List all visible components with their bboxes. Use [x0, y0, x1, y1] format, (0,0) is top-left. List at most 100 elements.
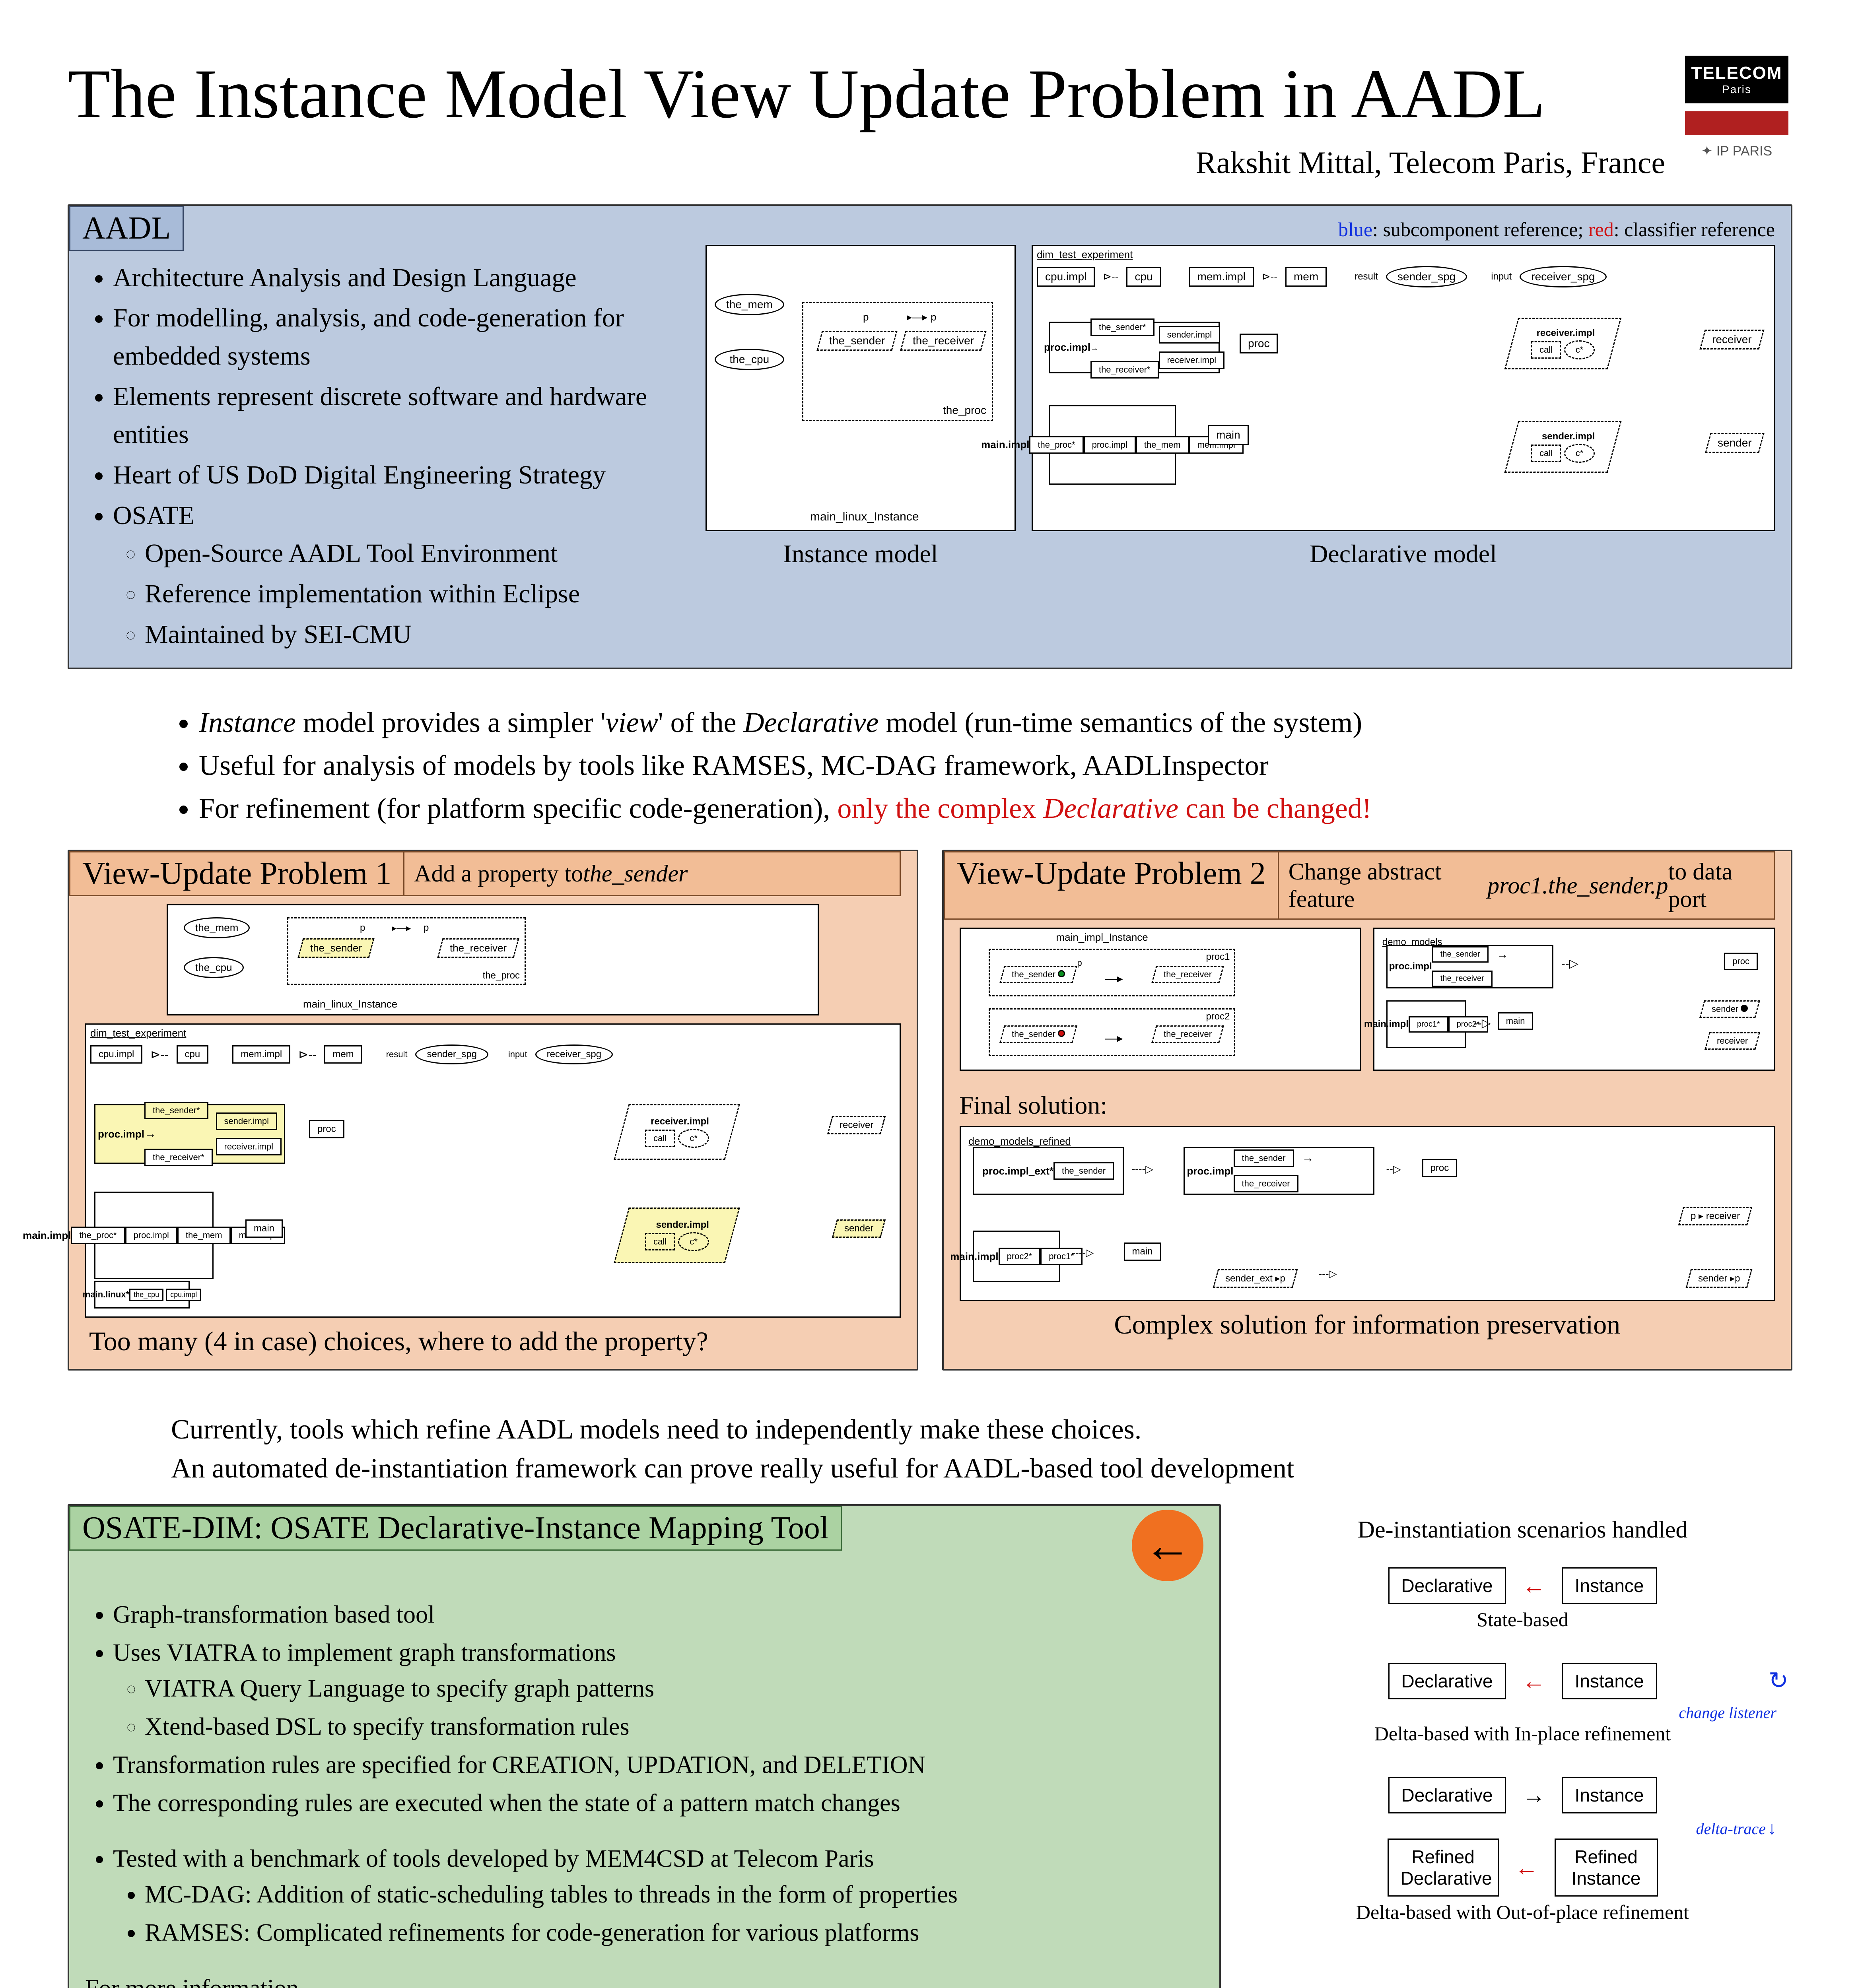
v2-sender: sender ▸p — [1685, 1269, 1752, 1288]
s3-ref-inst: Refined Instance — [1555, 1839, 1658, 1897]
arrow-icon: → — [1522, 1782, 1546, 1809]
osate-b1: Graph-transformation based tool — [113, 1597, 1203, 1633]
view-update-row: View-Update Problem 1 Add a property to … — [68, 850, 1792, 1382]
aadl-text-column: AADL Architecture Analysis and Design La… — [85, 218, 682, 656]
vup2-instance-diagram: main_impl_Instance proc1 the_sender p —▸… — [960, 928, 1361, 1071]
aadl-b3: Elements represent discrete software and… — [113, 378, 682, 454]
input-label: input — [1491, 271, 1512, 282]
aadl-b4: Heart of US DoD Digital Engineering Stra… — [113, 456, 682, 494]
mid-b3: For refinement (for platform specific co… — [199, 787, 1693, 830]
receiver-box: receiver — [1700, 330, 1765, 349]
osate-sb3: MC-DAG: Addition of static-scheduling ta… — [145, 1877, 1203, 1913]
aadl-b5: OSATE Open-Source AADL Tool Environment … — [113, 497, 682, 654]
v1-the-sender-hl: the_sender — [297, 938, 374, 958]
aadl-diagram-column: blue: subcomponent reference; red: class… — [706, 218, 1775, 656]
vup2-declarative-diagram: demo_models proc.impl the_sender→the_rec… — [1373, 928, 1775, 1071]
instance-model-wrap: the_mem the_cpu the_proc the_sender the_… — [706, 245, 1016, 569]
mid-b2: Useful for analysis of models by tools l… — [199, 744, 1693, 787]
v1-sender-hl: sender — [832, 1219, 886, 1238]
v2-proc-impl: proc.impl the_sender→the_receiver — [1184, 1147, 1374, 1195]
legend-red: red — [1588, 218, 1614, 241]
telecom-logo-text: TELECOM — [1691, 63, 1782, 83]
the-sender-box: the_sender* — [1090, 318, 1154, 336]
proc-impl-label: proc.impl — [1044, 341, 1090, 353]
mid-summary: Instance model provides a simpler 'view'… — [68, 681, 1792, 850]
declarative-model-wrap: dim_test_experiment cpu.impl ⊳-- cpu mem… — [1032, 245, 1775, 569]
s3-ref-decl: Refined Declarative — [1388, 1839, 1499, 1897]
aadl-sub-bullets: Open-Source AADL Tool Environment Refere… — [113, 534, 682, 653]
vup1-instance-diagram: the_mem the_cpu the_sender the_receiver … — [167, 904, 819, 1015]
logos: TELECOM Paris ✦ IP PARIS — [1681, 56, 1792, 159]
v1-the-cpu: the_cpu — [184, 957, 244, 978]
aadl-sb2: Reference implementation within Eclipse — [145, 575, 682, 613]
v1-sender-impl-group-hl: sender.impl call c* — [614, 1208, 740, 1263]
osate-b2: Uses VIATRA to implement graph transform… — [113, 1635, 1203, 1745]
arrow-icon: ← — [1522, 1572, 1546, 1600]
v1-proc-box: the_sender the_receiver the_proc p ▸—▸ p — [287, 917, 526, 985]
more-info-heading: For more information — [85, 1974, 1203, 1988]
receiver-spg-node: receiver_spg — [1520, 266, 1606, 287]
final-solution-heading: Final solution: — [960, 1091, 1775, 1120]
s1-inst: Instance — [1562, 1567, 1657, 1604]
p-label-r: p — [931, 311, 936, 323]
osate-b4: The corresponding rules are executed whe… — [113, 1786, 1203, 1821]
the-receiver-node: the_receiver — [900, 331, 986, 351]
vup1-panel: View-Update Problem 1 Add a property to … — [68, 850, 918, 1371]
s2-caption: Delta-based with In-place refinement — [1265, 1722, 1780, 1745]
red-bar-logo — [1685, 111, 1788, 135]
scenarios-title: De-instantiation scenarios handled — [1265, 1516, 1780, 1543]
author-line: Rakshit Mittal, Telecom Paris, France — [68, 145, 1681, 181]
cpu-impl-box: cpu.impl — [1037, 267, 1095, 287]
main-impl-group: main.impl the_proc* proc.impl the_mem me… — [1049, 405, 1176, 485]
osate-dim-panel: OSATE-DIM: OSATE Declarative-Instance Ma… — [68, 1504, 1221, 1988]
v1-main-impl: main.impl the_proc* proc.impl the_mem me… — [94, 1192, 214, 1279]
legend-mid: : subcomponent reference; — [1372, 218, 1588, 241]
v1-the-mem: the_mem — [184, 917, 250, 938]
declarative-model-diagram: dim_test_experiment cpu.impl ⊳-- cpu mem… — [1032, 245, 1775, 531]
vup2-final-diagram: demo_models_refined proc.impl_ext* the_s… — [960, 1126, 1775, 1301]
aadl-diagrams: the_mem the_cpu the_proc the_sender the_… — [706, 245, 1775, 569]
legend-blue: blue — [1338, 218, 1372, 241]
v2-sender-ext: sender_ext ▸p — [1213, 1269, 1297, 1288]
scenario-delta-outplace: Declarative → Instance delta-trace ↓ Ref… — [1265, 1777, 1780, 1924]
osate-sb2: Xtend-based DSL to specify transformatio… — [145, 1709, 1203, 1745]
cpu-box: cpu — [1126, 267, 1161, 287]
v2-main-impl: main.impl proc2* proc1* — [973, 1231, 1060, 1282]
conclusion-l2: An automated de-instantiation framework … — [171, 1449, 1689, 1488]
result-label: result — [1355, 271, 1378, 282]
telecom-logo-sub: Paris — [1722, 83, 1751, 96]
the-mem-node: the_mem — [715, 294, 784, 315]
mid-b1: Instance model provides a simpler 'view'… — [199, 701, 1693, 744]
change-listener-label: change listener — [1679, 1704, 1777, 1722]
s2-inst: Instance — [1562, 1663, 1657, 1699]
sender-impl-group: sender.impl call c* — [1504, 421, 1622, 473]
vup1-declarative-diagram: dim_test_experiment cpu.impl⊳-- cpu mem.… — [85, 1023, 901, 1318]
p-label-l: p — [863, 311, 869, 323]
aadl-sb1: Open-Source AADL Tool Environment — [145, 534, 682, 573]
proc-impl-group: proc.impl the_sender* → the_receiver* se… — [1049, 322, 1220, 373]
v2-receiver: p ▸ receiver — [1678, 1207, 1753, 1225]
sender-box: sender — [1705, 433, 1765, 453]
s3-inst: Instance — [1562, 1777, 1657, 1813]
conclusion-text: Currently, tools which refine AADL model… — [68, 1394, 1792, 1504]
osate-sb1: VIATRA Query Language to specify graph p… — [145, 1671, 1203, 1707]
vup1-footer: Too many (4 in case) choices, where to a… — [85, 1326, 901, 1357]
the-sender-node: the_sender — [816, 331, 898, 351]
mem-impl-box: mem.impl — [1189, 267, 1254, 287]
vup2-sub: Change abstract feature proc1.the_sender… — [1279, 851, 1775, 920]
the-mem-box2: the_mem — [1136, 436, 1189, 454]
vup2-heading: View-Update Problem 2 — [944, 851, 1279, 920]
legend-post: : classifier reference — [1614, 218, 1775, 241]
aadl-bullets: Architecture Analysis and Design Languag… — [85, 259, 682, 654]
osate-b5: Tested with a benchmark of tools develop… — [113, 1841, 1203, 1951]
the-proc-label: the_proc — [943, 404, 986, 417]
the-cpu-node: the_cpu — [715, 349, 784, 370]
v2-proc1-box: proc1 the_sender p —▸ the_receiver — [989, 949, 1235, 996]
declarative-caption: Declarative model — [1032, 539, 1775, 569]
conclusion-l1: Currently, tools which refine AADL model… — [171, 1410, 1689, 1449]
ip-paris-logo: ✦ IP PARIS — [1701, 143, 1772, 159]
dim-test-label: dim_test_experiment — [1037, 248, 1133, 261]
v1-the-sender-hl2: the_sender* — [144, 1102, 208, 1119]
main-linux-instance-label: main_linux_Instance — [810, 510, 919, 524]
vup2-top-diagrams: main_impl_Instance proc1 the_sender p —▸… — [960, 928, 1775, 1079]
